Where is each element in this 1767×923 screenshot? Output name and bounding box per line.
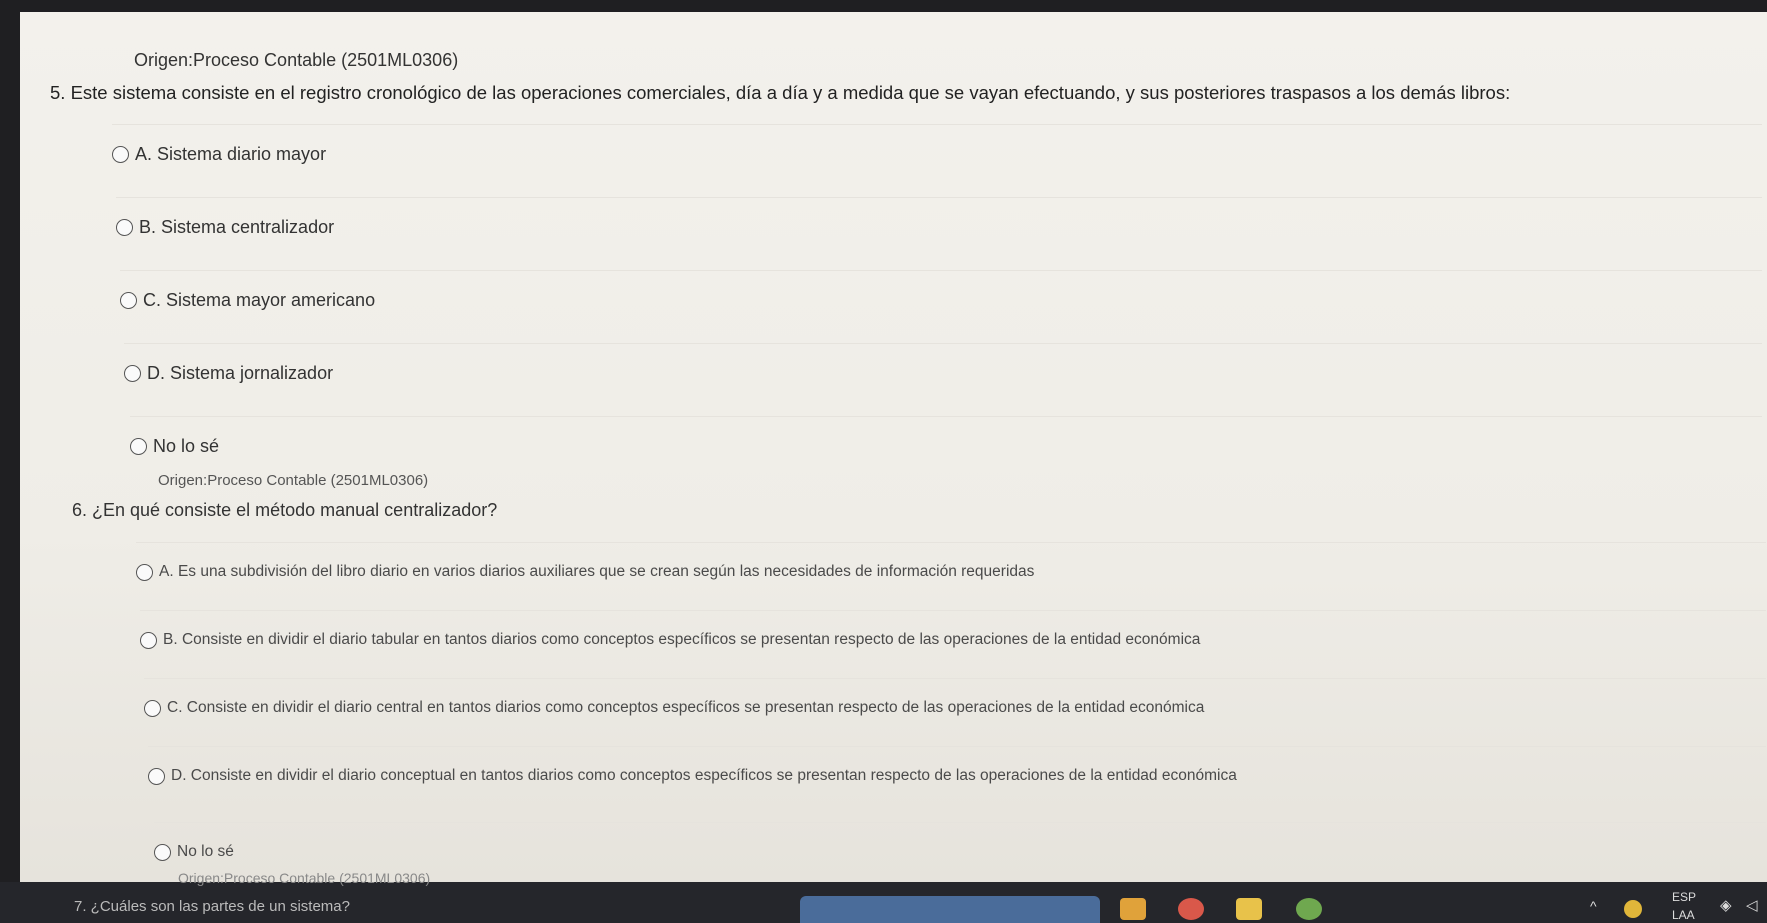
- q6-option-a[interactable]: A. Es una subdivisión del libro diario e…: [136, 542, 1766, 601]
- radio-button[interactable]: [144, 699, 161, 717]
- store-icon[interactable]: [1120, 898, 1146, 920]
- q6-option-d[interactable]: D. Consiste en dividir el diario concept…: [148, 746, 1766, 805]
- chevron-up-icon[interactable]: ^: [1590, 898, 1597, 914]
- q5-option-a[interactable]: A. Sistema diario mayor: [112, 124, 1762, 183]
- volume-icon[interactable]: ◁: [1746, 896, 1758, 914]
- q6-option-b[interactable]: B. Consiste en dividir el diario tabular…: [140, 610, 1766, 669]
- wifi-icon[interactable]: ◈: [1720, 896, 1732, 914]
- notification-icon[interactable]: [1624, 900, 1642, 918]
- q5-option-b-label: B. Sistema centralizador: [139, 216, 335, 237]
- q7-origin: Origen:Proceso Contable (2501ML0306): [178, 870, 431, 886]
- q6-option-d-label: D. Consiste en dividir el diario concept…: [171, 767, 1237, 784]
- radio-button[interactable]: [136, 563, 153, 581]
- language-bottom[interactable]: LAA: [1672, 908, 1695, 922]
- app-icon[interactable]: [1296, 898, 1322, 920]
- radio-button[interactable]: [112, 145, 129, 163]
- q6-option-b-label: B. Consiste en dividir el diario tabular…: [163, 631, 1201, 648]
- chrome-icon[interactable]: [1178, 898, 1204, 920]
- quiz-page: Origen:Proceso Contable (2501ML0306) 5. …: [20, 12, 1767, 882]
- radio-button[interactable]: [120, 291, 137, 309]
- radio-button[interactable]: [124, 364, 141, 382]
- q6-origin: Origen:Proceso Contable (2501ML0306): [158, 472, 429, 489]
- q6-option-dont-know-label: No lo sé: [177, 843, 234, 860]
- radio-button[interactable]: [148, 767, 165, 785]
- radio-button[interactable]: [130, 437, 147, 455]
- q5-option-c[interactable]: C. Sistema mayor americano: [120, 270, 1762, 329]
- q6-option-a-label: A. Es una subdivisión del libro diario e…: [159, 563, 1035, 580]
- scrolled-text-remnant: [20, 12, 1767, 20]
- folder-icon[interactable]: [1236, 898, 1262, 920]
- q6-option-c-label: C. Consiste en dividir el diario central…: [167, 699, 1205, 716]
- q5-origin: Origen:Proceso Contable (2501ML0306): [134, 50, 459, 70]
- q5-option-dont-know[interactable]: No lo sé: [130, 416, 1762, 475]
- q5-option-d[interactable]: D. Sistema jornalizador: [124, 343, 1762, 402]
- q5-option-dont-know-label: No lo sé: [153, 435, 220, 456]
- language-top[interactable]: ESP: [1672, 890, 1696, 904]
- q5-option-b[interactable]: B. Sistema centralizador: [116, 197, 1762, 256]
- q6-option-c[interactable]: C. Consiste en dividir el diario central…: [144, 678, 1766, 737]
- taskbar-active-window[interactable]: [800, 896, 1100, 923]
- radio-button[interactable]: [140, 631, 157, 649]
- q7-question: 7. ¿Cuáles son las partes de un sistema?: [74, 898, 350, 915]
- radio-button[interactable]: [116, 218, 133, 236]
- radio-button[interactable]: [154, 843, 171, 861]
- q5-option-d-label: D. Sistema jornalizador: [147, 362, 334, 383]
- q5-option-a-label: A. Sistema diario mayor: [135, 143, 327, 164]
- q6-question: 6. ¿En qué consiste el método manual cen…: [72, 500, 498, 520]
- q5-option-c-label: C. Sistema mayor americano: [143, 289, 376, 310]
- q5-question: 5. Este sistema consiste en el registro …: [50, 82, 1511, 103]
